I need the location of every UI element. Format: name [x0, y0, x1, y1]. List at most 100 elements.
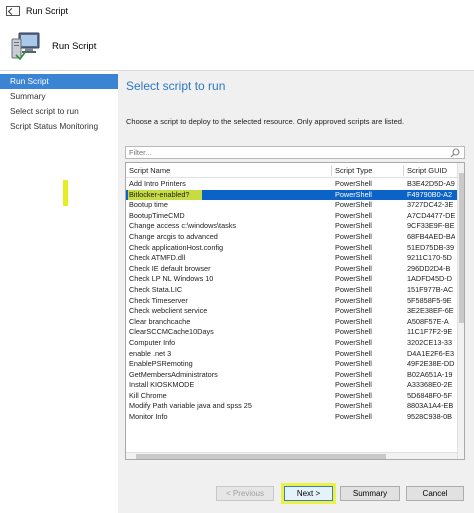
cell-script-guid: 9CF33E9F-BE	[407, 221, 455, 231]
cell-script-guid: A508F57E-A	[407, 316, 449, 326]
wizard-header: Run Script	[0, 22, 474, 70]
cell-script-name: Add Intro Printers	[129, 179, 186, 188]
table-row[interactable]: enable .net 3 PowerShell D4A1E2F6-E3	[126, 349, 457, 360]
cell-script-name: Install KIOSKMODE	[129, 380, 195, 390]
annotation-mark	[63, 180, 68, 206]
cell-script-name: Change arcgis to advanced	[129, 231, 218, 241]
cell-script-name: Bootup time	[129, 200, 168, 210]
cell-script-name: Check LP NL Windows 10	[129, 274, 214, 284]
wizard-title: Run Script	[52, 40, 97, 52]
cell-script-guid: A33368E0-2E	[407, 380, 453, 390]
cell-script-name: Clear branchcache	[129, 316, 191, 326]
cell-script-guid: F49790B0-A2	[407, 189, 453, 199]
cell-script-type: PowerShell	[335, 380, 372, 390]
cell-script-type: PowerShell	[335, 401, 372, 411]
table-row[interactable]: Check ATMFD.dll PowerShell 9211C170-5D	[126, 253, 457, 264]
cell-script-name: Check ATMFD.dll	[129, 253, 186, 263]
wizard-steps-sidebar: Run Script Summary Select script to run …	[0, 71, 118, 513]
step-status-monitoring[interactable]: Script Status Monitoring	[0, 119, 118, 134]
scrollbar-thumb[interactable]	[459, 173, 464, 323]
table-row[interactable]: Clear branchcache PowerShell A508F57E-A	[126, 317, 457, 328]
cell-script-name: Check Stata.LIC	[129, 284, 183, 294]
vertical-scrollbar[interactable]	[457, 163, 464, 459]
step-run-script[interactable]: Run Script	[0, 74, 118, 89]
table-row[interactable]: Add Intro Printers PowerShell B3E42D5D-A9	[126, 179, 457, 190]
step-summary[interactable]: Summary	[0, 89, 118, 104]
cell-script-guid: 3202CE13-33	[407, 337, 453, 347]
cell-script-type: PowerShell	[335, 242, 372, 252]
step-select-script[interactable]: Select script to run	[0, 104, 118, 119]
cell-script-guid: 9211C170-5D	[407, 253, 452, 263]
table-row[interactable]: Check Timeserver PowerShell 5F5858F5-9E	[126, 296, 457, 307]
column-divider[interactable]	[403, 165, 404, 176]
table-row[interactable]: Check webclient service PowerShell 3E2E38E…	[126, 306, 457, 317]
cell-script-type: PowerShell	[335, 179, 372, 188]
search-icon[interactable]	[450, 148, 460, 158]
cell-script-guid: 9528C938-0B	[407, 412, 453, 422]
cell-script-guid: 5D6848F0-5F	[407, 390, 453, 400]
column-divider[interactable]	[331, 165, 332, 176]
cell-script-name: BootupTimeCMD	[129, 210, 185, 220]
cell-script-name: Check webclient service	[129, 306, 208, 316]
table-row[interactable]: Check LP NL Windows 10 PowerShell 1ADFD45D…	[126, 274, 457, 285]
table-row[interactable]: Monitor Info PowerShell 9528C938-0B	[126, 412, 457, 423]
table-row[interactable]: Kill Chrome PowerShell 5D6848F0-5F	[126, 391, 457, 402]
table-row[interactable]: Bootup time PowerShell 3727DC42-3E	[126, 200, 457, 211]
cell-script-type: PowerShell	[335, 369, 372, 379]
filter-input[interactable]	[129, 147, 449, 158]
main-panel: Select script to run Choose a script to …	[118, 71, 474, 513]
cell-script-guid: 3727DC42-3E	[407, 200, 454, 210]
cell-script-guid: 51ED75DB-39	[407, 242, 455, 252]
table-row[interactable]: EnablePSRemoting PowerShell 49F2E38E-DD	[126, 359, 457, 370]
cell-script-type: PowerShell	[335, 359, 372, 369]
table-row[interactable]: Check IE default browser PowerShell 296DD2…	[126, 264, 457, 275]
table-row[interactable]: Change arcgis to advanced PowerShell 68FB4…	[126, 232, 457, 243]
previous-button[interactable]: < Previous	[216, 486, 274, 501]
cell-script-type: PowerShell	[335, 189, 372, 199]
table-row[interactable]: ClearSCCMCache10Days PowerShell 11C1F7F2-9…	[126, 327, 457, 338]
table-row[interactable]: Check applicationHost.config PowerShell 51…	[126, 243, 457, 254]
table-row[interactable]: Check Stata.LIC PowerShell 151F977B-AC	[126, 285, 457, 296]
cell-script-guid: 1ADFD45D-D	[407, 274, 453, 284]
cell-script-name: Modify Path variable java and spss 25	[129, 401, 252, 411]
cell-script-name: Kill Chrome	[129, 390, 167, 400]
filter-box	[125, 146, 465, 159]
cell-script-name: Check IE default browser	[129, 263, 211, 273]
cell-script-name: EnablePSRemoting	[129, 359, 193, 369]
column-header-script-guid[interactable]: Script GUID	[407, 163, 455, 178]
cell-script-guid: 8803A1A4-EB	[407, 401, 454, 411]
table-row[interactable]: BootupTimeCMD PowerShell A7CD4477-DE	[126, 211, 457, 222]
cell-script-guid: 3E2E38EF-6E	[407, 306, 454, 316]
computer-icon	[10, 31, 42, 61]
cell-script-name: Bitlocker-enabled?	[129, 189, 190, 199]
cell-script-guid: B02A651A-19	[407, 369, 453, 379]
cell-script-name: ClearSCCMCache10Days	[129, 327, 214, 337]
next-button[interactable]: Next >	[284, 486, 333, 501]
table-row[interactable]: Modify Path variable java and spss 25 Pow…	[126, 401, 457, 412]
cell-script-type: PowerShell	[335, 337, 372, 347]
cell-script-name: Check Timeserver	[129, 295, 188, 305]
summary-button[interactable]: Summary	[340, 486, 400, 501]
horizontal-scrollbar[interactable]	[126, 452, 457, 459]
table-row[interactable]: Bitlocker-enabled? PowerShell F49790B0-A2	[126, 189, 457, 201]
cell-script-name: Check applicationHost.config	[129, 242, 224, 252]
cell-script-type: PowerShell	[335, 327, 372, 337]
cancel-button[interactable]: Cancel	[406, 486, 464, 501]
column-header-script-type[interactable]: Script Type	[335, 163, 401, 178]
table-row[interactable]: Change access c:\windows\tasks PowerShell…	[126, 221, 457, 232]
cell-script-guid: A7CD4477-DE	[407, 210, 455, 220]
scrollbar-thumb[interactable]	[136, 454, 386, 459]
page-title: Select script to run	[126, 79, 226, 93]
table-row[interactable]: Computer Info PowerShell 3202CE13-33	[126, 338, 457, 349]
table-header: Script Name Script Type Script GUID	[126, 163, 464, 178]
cell-script-type: PowerShell	[335, 295, 372, 305]
table-row[interactable]: GetMembersAdministrators PowerShell B02A65…	[126, 370, 457, 381]
cell-script-guid: 11C1F7F2-9E	[407, 327, 453, 337]
page-description: Choose a script to deploy to the selecte…	[126, 117, 405, 126]
cell-script-type: PowerShell	[335, 231, 372, 241]
window-icon	[6, 6, 20, 16]
table-row[interactable]: Install KIOSKMODE PowerShell A33368E0-2E	[126, 380, 457, 391]
column-header-script-name[interactable]: Script Name	[129, 163, 329, 178]
cell-script-type: PowerShell	[335, 274, 372, 284]
cell-script-guid: 151F977B-AC	[407, 284, 454, 294]
